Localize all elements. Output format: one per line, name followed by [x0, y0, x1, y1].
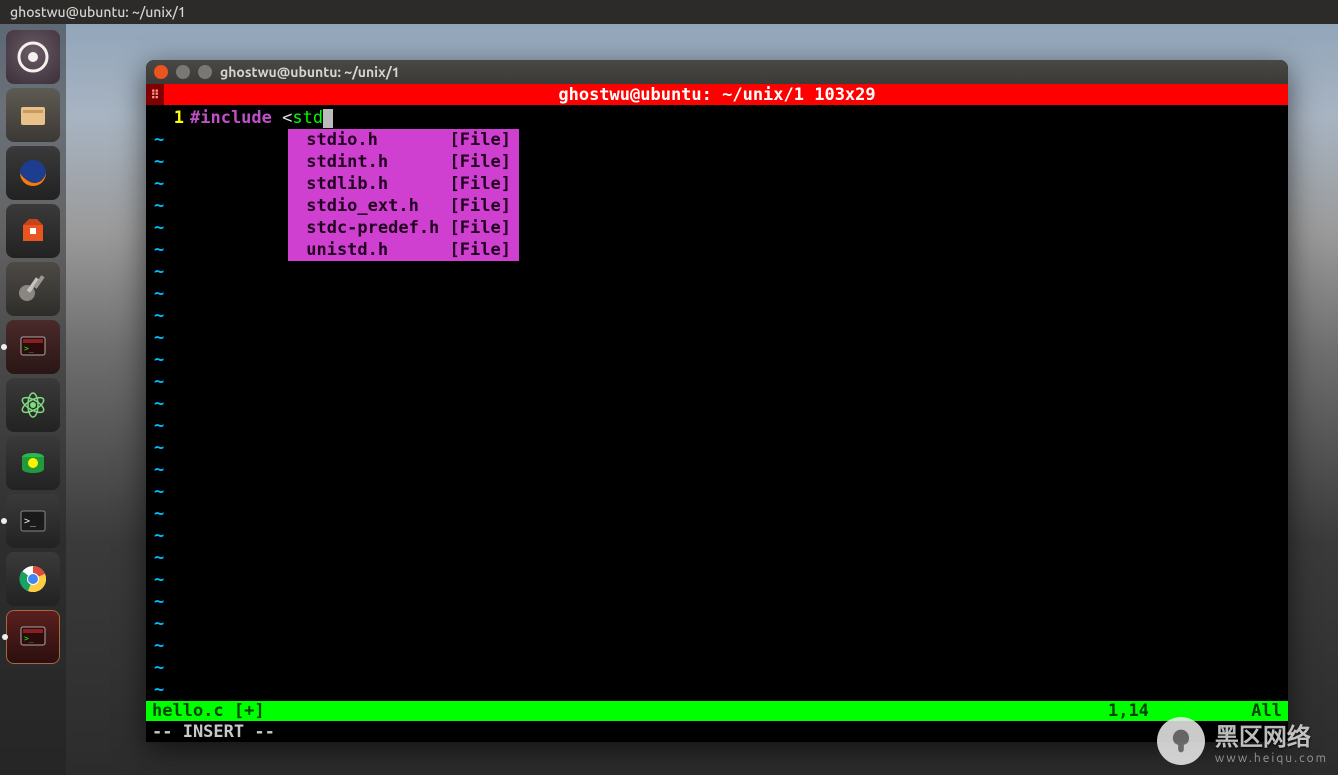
gnome-topbar: ghostwu@ubuntu: ~/unix/1: [0, 0, 1338, 24]
keyword: #include: [190, 108, 282, 128]
window-titlebar[interactable]: ghostwu@ubuntu: ~/unix/1: [146, 60, 1288, 84]
empty-line: ~: [146, 657, 1288, 679]
vim-editor[interactable]: 1 #include <std stdio.h [File] stdint.h …: [146, 105, 1288, 701]
tilde-icon: ~: [146, 217, 190, 239]
empty-line: ~: [146, 327, 1288, 349]
tilde-icon: ~: [146, 393, 190, 415]
cursor-icon: [323, 109, 333, 128]
tilde-icon: ~: [146, 503, 190, 525]
empty-line: ~: [146, 305, 1288, 327]
status-position: 1,14: [1108, 701, 1149, 721]
empty-line: ~: [146, 393, 1288, 415]
tilde-icon: ~: [146, 547, 190, 569]
tilde-icon: ~: [146, 283, 190, 305]
chrome-icon[interactable]: [6, 552, 60, 606]
tilde-icon: ~: [146, 151, 190, 173]
tilde-icon: ~: [146, 569, 190, 591]
tilde-icon: ~: [146, 437, 190, 459]
empty-line: ~: [146, 525, 1288, 547]
vim-ruler-title: ghostwu@ubuntu: ~/unix/1 103x29: [146, 85, 1288, 105]
code-line[interactable]: 1 #include <std: [146, 107, 1288, 129]
watermark: 黑区网络 www.heiqu.com: [1157, 717, 1328, 765]
tilde-icon: ~: [146, 613, 190, 635]
completion-item[interactable]: stdlib.h [File]: [290, 173, 517, 195]
minimize-icon[interactable]: [176, 65, 190, 79]
svg-text:>_: >_: [24, 634, 34, 643]
terminal-window: ghostwu@ubuntu: ~/unix/1 ⠿ ghostwu@ubunt…: [146, 60, 1288, 742]
tilde-icon: ~: [146, 173, 190, 195]
tilde-icon: ~: [146, 657, 190, 679]
status-filename: hello.c [+]: [152, 701, 265, 721]
tilde-icon: ~: [146, 481, 190, 503]
tilde-icon: ~: [146, 591, 190, 613]
empty-line: ~: [146, 503, 1288, 525]
empty-line: ~: [146, 261, 1288, 283]
atom-icon[interactable]: [6, 378, 60, 432]
close-icon[interactable]: [154, 65, 168, 79]
completion-item[interactable]: stdc-predef.h [File]: [290, 217, 517, 239]
tilde-icon: ~: [146, 327, 190, 349]
files-icon[interactable]: [6, 88, 60, 142]
vim-statusbar: hello.c [+] 1,14 All: [146, 701, 1288, 722]
tilde-icon: ~: [146, 239, 190, 261]
empty-line: ~: [146, 437, 1288, 459]
navicat-icon[interactable]: [6, 436, 60, 490]
watermark-text: 黑区网络 www.heiqu.com: [1215, 717, 1328, 765]
settings-icon[interactable]: [6, 262, 60, 316]
vim-modeline: -- INSERT --: [146, 721, 1288, 742]
line-number: 1: [146, 107, 190, 129]
svg-text:>_: >_: [24, 516, 37, 527]
completion-popup[interactable]: stdio.h [File] stdint.h [File] stdlib.h …: [288, 129, 519, 261]
angle-bracket: <: [282, 108, 292, 128]
dash-icon[interactable]: [6, 30, 60, 84]
empty-line: ~: [146, 349, 1288, 371]
vim-mode: -- INSERT --: [152, 722, 275, 742]
tilde-icon: ~: [146, 635, 190, 657]
empty-line: ~: [146, 283, 1288, 305]
vim-tabline: ⠿ ghostwu@ubuntu: ~/unix/1 103x29: [146, 84, 1288, 105]
completion-item[interactable]: stdint.h [File]: [290, 151, 517, 173]
tilde-icon: ~: [146, 349, 190, 371]
tilde-icon: ~: [146, 525, 190, 547]
tilde-icon: ~: [146, 371, 190, 393]
empty-line: ~: [146, 591, 1288, 613]
watermark-brand: 黑区网络: [1215, 723, 1311, 750]
watermark-sub: www.heiqu.com: [1215, 752, 1328, 765]
running-pip-icon: [1, 518, 7, 524]
tilde-icon: ~: [146, 261, 190, 283]
svg-text:>_: >_: [24, 344, 34, 353]
empty-line: ~: [146, 547, 1288, 569]
empty-line: ~: [146, 569, 1288, 591]
empty-line: ~: [146, 481, 1288, 503]
completion-item[interactable]: unistd.h [File]: [290, 239, 517, 261]
empty-line: ~: [146, 415, 1288, 437]
tilde-icon: ~: [146, 195, 190, 217]
maximize-icon[interactable]: [198, 65, 212, 79]
topbar-title: ghostwu@ubuntu: ~/unix/1: [10, 4, 186, 20]
watermark-logo-icon: [1157, 717, 1205, 765]
unity-launcher: >_ >_ >_: [0, 24, 66, 775]
empty-line: ~: [146, 371, 1288, 393]
terminal-icon[interactable]: >_: [6, 320, 60, 374]
code-content[interactable]: #include <std: [190, 107, 333, 129]
terminal3-icon[interactable]: >_: [6, 610, 60, 664]
software-center-icon[interactable]: [6, 204, 60, 258]
window-title: ghostwu@ubuntu: ~/unix/1: [220, 64, 400, 80]
empty-line: ~: [146, 679, 1288, 701]
running-pip-icon: [1, 344, 7, 350]
empty-line: ~: [146, 613, 1288, 635]
empty-line: ~: [146, 635, 1288, 657]
terminal2-icon[interactable]: >_: [6, 494, 60, 548]
include-text: std: [292, 108, 323, 128]
tilde-icon: ~: [146, 129, 190, 151]
running-pip-icon: [2, 634, 8, 640]
tilde-icon: ~: [146, 679, 190, 701]
empty-line: ~: [146, 459, 1288, 481]
completion-item[interactable]: stdio_ext.h [File]: [290, 195, 517, 217]
tilde-icon: ~: [146, 415, 190, 437]
tilde-icon: ~: [146, 459, 190, 481]
firefox-icon[interactable]: [6, 146, 60, 200]
tilde-icon: ~: [146, 305, 190, 327]
completion-item[interactable]: stdio.h [File]: [290, 129, 517, 151]
